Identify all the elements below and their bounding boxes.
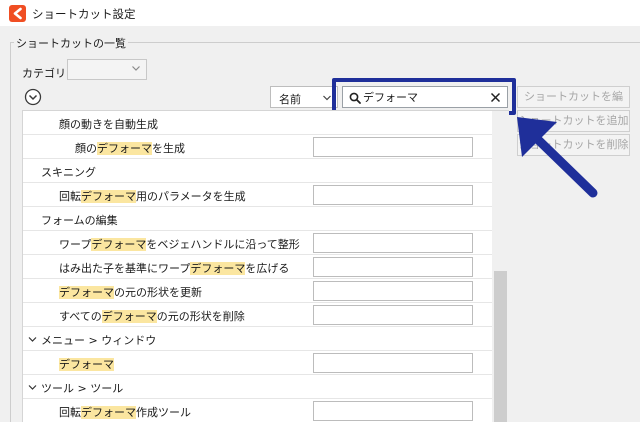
row-label-text: 回転 — [59, 190, 81, 203]
search-box — [342, 86, 508, 108]
row-label-text: すべての — [59, 310, 102, 323]
section-row[interactable]: フォームの編集 — [23, 207, 505, 231]
row-label: デフォーマ — [59, 356, 114, 372]
search-match-highlight: デフォーマ — [97, 142, 152, 155]
category-row[interactable]: メニュー > ウィンドウ — [23, 327, 505, 351]
row-label: はみ出た子を基準にワープデフォーマを広げる — [59, 260, 289, 276]
shortcut-key-field[interactable] — [313, 137, 473, 157]
row-label-text: を広げる — [245, 262, 290, 275]
shortcut-row[interactable]: デフォーマの元の形状を更新 — [23, 279, 505, 303]
row-label-text: 顔の動きを自動生成 — [59, 118, 158, 131]
shortcut-row[interactable]: 回転デフォーマ用のパラメータを生成 — [23, 183, 505, 207]
sort-select[interactable]: 名前 — [270, 86, 338, 108]
row-label-text: 作成ツール — [136, 406, 191, 419]
row-label-text: メニュー > ウィンドウ — [41, 334, 157, 347]
add-shortcut-button[interactable]: ショートカットを追加 — [517, 110, 630, 132]
shortcut-row[interactable]: デフォーマ — [23, 351, 505, 375]
shortcut-row[interactable]: 回転デフォーマ作成ツール — [23, 399, 505, 422]
shortcut-row[interactable]: ワープデフォーマをベジェハンドルに沿って整形 — [23, 231, 505, 255]
list-scrollbar[interactable] — [492, 111, 509, 422]
row-label-text: を生成 — [152, 142, 185, 155]
shortcut-key-field[interactable] — [313, 281, 473, 301]
app-logo-icon — [9, 5, 26, 22]
row-label: ワープデフォーマをベジェハンドルに沿って整形 — [59, 236, 300, 252]
shortcut-row[interactable]: すべてのデフォーマの元の形状を削除 — [23, 303, 505, 327]
section-row[interactable]: スキニング — [23, 159, 505, 183]
group-label: ショートカットの一覧 — [14, 35, 128, 51]
row-label-text: の元の形状を削除 — [156, 310, 245, 323]
title-bar: ショートカット設定 — [0, 0, 640, 26]
chevron-down-icon — [323, 95, 331, 101]
row-label-text: 回転 — [59, 406, 81, 419]
row-label-text: はみ出た子を基準にワープ — [59, 262, 191, 275]
search-icon — [349, 92, 361, 104]
chevron-down-icon[interactable] — [28, 383, 37, 392]
search-match-highlight: デフォーマ — [91, 238, 147, 251]
close-icon[interactable] — [490, 92, 501, 103]
window-title: ショートカット設定 — [32, 7, 136, 21]
shortcut-key-field[interactable] — [313, 233, 473, 253]
category-select[interactable] — [67, 59, 147, 80]
search-match-highlight: デフォーマ — [81, 190, 136, 203]
row-label-text: 顔の — [75, 142, 97, 155]
row-label: メニュー > ウィンドウ — [41, 332, 156, 348]
search-match-highlight: デフォーマ — [59, 286, 114, 299]
row-label: スキニング — [41, 164, 96, 180]
row-label: デフォーマの元の形状を更新 — [59, 284, 202, 300]
row-label: 回転デフォーマ作成ツール — [59, 404, 191, 420]
search-match-highlight: デフォーマ — [101, 310, 157, 323]
row-label: フォームの編集 — [41, 212, 118, 228]
row-label: 顔のデフォーマを生成 — [75, 140, 185, 156]
chevron-down-icon[interactable] — [28, 335, 37, 344]
row-label-text: フォームの編集 — [41, 214, 118, 227]
shortcut-key-field[interactable] — [313, 305, 473, 325]
row-label-text: ツール > ツール — [41, 382, 124, 395]
chevron-down-icon — [132, 66, 140, 71]
row-label-text: をベジェハンドルに沿って整形 — [146, 238, 300, 251]
edit-shortcut-button[interactable]: ショートカットを編集... — [517, 86, 630, 123]
shortcut-row[interactable]: 顔の動きを自動生成 — [23, 111, 505, 135]
row-label: ツール > ツール — [41, 380, 123, 396]
search-input[interactable] — [363, 89, 483, 105]
delete-shortcut-button[interactable]: ショートカットを削除 — [517, 134, 630, 156]
search-match-highlight: デフォーマ — [59, 358, 114, 371]
row-label-text: スキニング — [41, 166, 96, 179]
shortcut-row[interactable]: はみ出た子を基準にワープデフォーマを広げる — [23, 255, 505, 279]
search-match-highlight: デフォーマ — [190, 262, 246, 275]
shortcut-key-field[interactable] — [313, 353, 473, 373]
row-label: すべてのデフォーマの元の形状を削除 — [59, 308, 245, 324]
scrollbar-thumb[interactable] — [494, 271, 507, 422]
shortcut-list: 顔の動きを自動生成 顔のデフォーマを生成 スキニング 回転デフォーマ用のパラメータを生… — [22, 110, 509, 422]
shortcut-row[interactable]: 顔のデフォーマを生成 — [23, 135, 505, 159]
row-label-text: 用のパラメータを生成 — [136, 190, 246, 203]
expand-all-icon[interactable] — [24, 88, 42, 106]
category-row[interactable]: ツール > ツール — [23, 375, 505, 399]
shortcut-key-field[interactable] — [313, 257, 473, 277]
shortcut-key-field[interactable] — [313, 401, 473, 421]
row-label: 回転デフォーマ用のパラメータを生成 — [59, 188, 246, 204]
row-label-text: の元の形状を更新 — [114, 286, 202, 299]
sort-value: 名前 — [279, 93, 301, 106]
shortcut-key-field[interactable] — [313, 185, 473, 205]
search-match-highlight: デフォーマ — [81, 406, 136, 419]
row-label-text: ワープ — [59, 238, 92, 251]
row-label: 顔の動きを自動生成 — [59, 116, 158, 132]
